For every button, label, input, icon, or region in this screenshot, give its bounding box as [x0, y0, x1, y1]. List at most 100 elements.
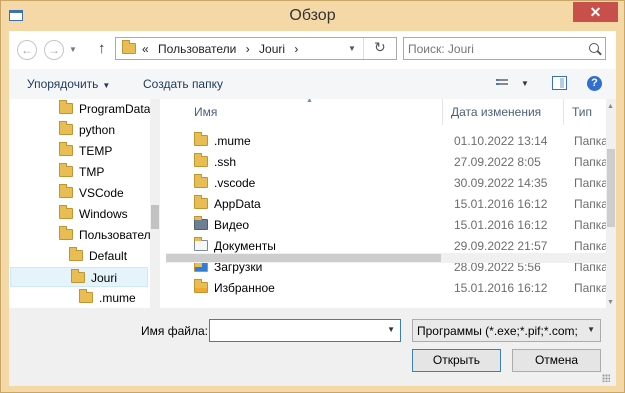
- organize-label: Упорядочить: [27, 77, 99, 91]
- title-bar[interactable]: Обзор ✕: [1, 1, 624, 31]
- breadcrumb-overflow[interactable]: «: [142, 42, 149, 56]
- videos-folder-icon: [194, 216, 208, 230]
- scrollbar-thumb[interactable]: [607, 149, 615, 227]
- preview-pane-icon[interactable]: [552, 76, 567, 90]
- date-modified: 15.01.2016 16:12: [454, 197, 548, 211]
- breadcrumb-separator[interactable]: ›: [294, 42, 298, 56]
- file-name: AppData: [214, 197, 261, 211]
- tree-item-label: TMP: [79, 165, 105, 179]
- file-name-cell: Видео: [194, 216, 249, 232]
- favorites-folder-icon: [194, 279, 208, 293]
- folder-icon: [194, 195, 208, 209]
- close-button[interactable]: ✕: [573, 2, 618, 22]
- tree-item-jouri[interactable]: Jouri: [10, 267, 148, 287]
- address-dropdown-icon[interactable]: ▼: [348, 44, 356, 53]
- folder-icon: [194, 174, 208, 188]
- tree-item-mume[interactable]: .mume: [79, 288, 136, 308]
- search-box[interactable]: [403, 37, 606, 60]
- file-type: Папка: [574, 239, 608, 253]
- chevron-down-icon[interactable]: ▼: [587, 325, 595, 334]
- recent-locations-dropdown-icon[interactable]: ▼: [69, 45, 77, 54]
- column-header-type[interactable]: Тип: [564, 99, 606, 125]
- file-list-vertical-scrollbar[interactable]: ▲ ▼: [606, 99, 616, 308]
- tree-item-vscode[interactable]: VSCode: [59, 183, 124, 203]
- file-row[interactable]: Избранное 15.01.2016 16:12 Папка: [166, 279, 608, 300]
- search-input[interactable]: [408, 40, 578, 57]
- breadcrumb-separator[interactable]: ›: [246, 42, 250, 56]
- tree-item-label: Jouri: [91, 271, 118, 285]
- file-list-horizontal-scrollbar[interactable]: [166, 253, 606, 263]
- tree-item-label: ProgramData: [79, 102, 151, 116]
- tree-item-label: VSCode: [79, 186, 124, 200]
- tree-item-label: python: [79, 123, 116, 137]
- tree-item-python[interactable]: python: [59, 120, 115, 140]
- file-row[interactable]: .vscode 30.09.2022 14:35 Папка: [166, 174, 608, 195]
- tree-item-default[interactable]: Default: [69, 246, 127, 266]
- date-modified: 29.09.2022 21:57: [454, 239, 548, 253]
- file-name: Документы: [214, 239, 276, 253]
- file-type: Папка: [574, 218, 608, 232]
- refresh-icon[interactable]: ↻: [374, 39, 386, 56]
- folder-icon: [194, 132, 208, 146]
- tree-item-label: Default: [89, 249, 128, 263]
- date-modified: 15.01.2016 16:12: [454, 218, 548, 232]
- folder-icon: [194, 153, 208, 167]
- open-button[interactable]: Открыть: [412, 349, 501, 372]
- folder-icon: [59, 100, 73, 114]
- address-bar[interactable]: « Пользователи › Jouri › ▼ ↻: [115, 37, 397, 60]
- folder-icon: [59, 184, 73, 198]
- scrollbar-thumb[interactable]: [151, 205, 159, 229]
- file-name-cell: Избранное: [194, 279, 275, 295]
- breadcrumb-jouri[interactable]: Jouri: [259, 42, 285, 56]
- scrollbar-thumb[interactable]: [166, 254, 441, 262]
- help-icon[interactable]: ?: [587, 76, 602, 91]
- file-row[interactable]: Видео 15.01.2016 16:12 Папка: [166, 216, 608, 237]
- tree-item-tmp[interactable]: TMP: [59, 162, 104, 182]
- column-header-name[interactable]: Имя: [166, 99, 443, 125]
- tree-item-temp[interactable]: TEMP: [59, 141, 112, 161]
- tree-item-label: Windows: [79, 207, 128, 221]
- chevron-down-icon: ▼: [102, 81, 111, 90]
- search-icon[interactable]: [589, 43, 599, 53]
- window-title: Обзор: [289, 7, 336, 24]
- file-name-cell: AppData: [194, 195, 261, 211]
- view-mode-icon[interactable]: [496, 79, 508, 89]
- file-row[interactable]: AppData 15.01.2016 16:12 Папка: [166, 195, 608, 216]
- tree-item-windows[interactable]: Windows: [59, 204, 128, 224]
- file-type-filter-select[interactable]: Программы (*.exe;*.pif;*.com; ▼: [412, 319, 601, 342]
- filename-label: Имя файла:: [141, 324, 208, 338]
- view-options-dropdown-icon[interactable]: ▼: [521, 79, 529, 88]
- file-row[interactable]: .mume 01.10.2022 13:14 Папка: [166, 132, 608, 153]
- column-header-date[interactable]: Дата изменения: [443, 99, 564, 125]
- back-button[interactable]: ←: [17, 40, 37, 60]
- scroll-down-icon[interactable]: ▼: [607, 299, 614, 306]
- up-button[interactable]: ↑: [98, 40, 106, 57]
- date-modified: 01.10.2022 13:14: [454, 134, 548, 148]
- file-name-cell: .vscode: [194, 174, 255, 190]
- file-row[interactable]: .ssh 27.09.2022 8:05 Папка: [166, 153, 608, 174]
- cancel-button[interactable]: Отмена: [512, 349, 601, 372]
- filename-input[interactable]: [213, 323, 373, 338]
- folder-icon: [79, 289, 93, 303]
- tree-item-programdata[interactable]: ProgramData: [59, 99, 150, 119]
- date-modified: 30.09.2022 14:35: [454, 176, 548, 190]
- breadcrumb-users[interactable]: Пользователи: [158, 42, 236, 56]
- resize-grip[interactable]: [602, 374, 610, 382]
- file-type-filter-value: Программы (*.exe;*.pif;*.com;: [417, 324, 578, 338]
- organize-menu-button[interactable]: Упорядочить ▼: [27, 77, 110, 91]
- file-name-cell: Документы: [194, 237, 276, 253]
- divider: [363, 38, 364, 59]
- folder-icon: [59, 163, 73, 177]
- new-folder-button[interactable]: Создать папку: [143, 77, 223, 91]
- filename-combobox[interactable]: ▼: [209, 319, 401, 342]
- navigation-bar: ← → ▼ ↑ « Пользователи › Jouri › ▼ ↻: [9, 31, 616, 69]
- tree-item-label: Пользователи: [79, 228, 158, 242]
- breadcrumb: « Пользователи › Jouri ›: [142, 42, 304, 56]
- forward-button[interactable]: →: [44, 40, 64, 60]
- scroll-up-icon[interactable]: ▲: [607, 103, 614, 110]
- file-type: Папка: [574, 197, 608, 211]
- command-bar: Упорядочить ▼ Создать папку ▼ ?: [9, 69, 616, 99]
- navigation-pane-scrollbar[interactable]: [150, 99, 160, 308]
- chevron-down-icon[interactable]: ▼: [387, 325, 395, 334]
- tree-item-users[interactable]: Пользователи: [59, 225, 157, 245]
